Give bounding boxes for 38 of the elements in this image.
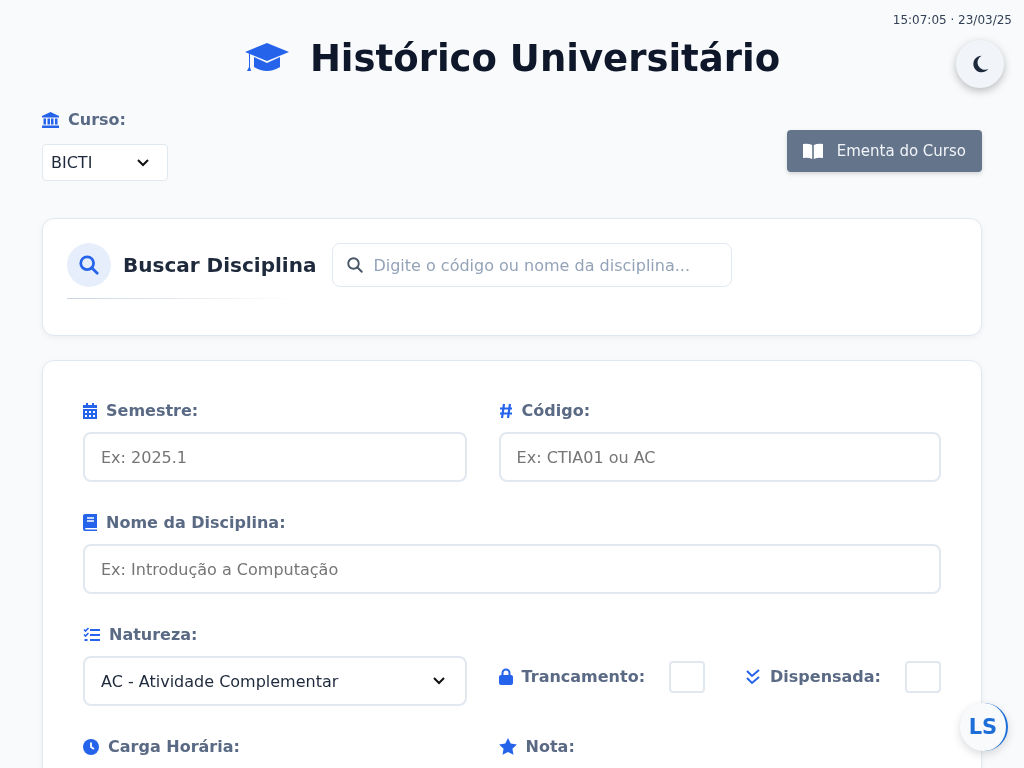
nature-label: Natureza: — [109, 625, 198, 644]
course-name-label: Nome da Disciplina: — [106, 513, 286, 532]
course-label: Curso: — [68, 110, 126, 129]
workload-label: Carga Horária: — [108, 737, 240, 756]
search-field[interactable]: Digite o código ou nome da disciplina... — [332, 243, 733, 287]
hash-icon — [498, 402, 513, 419]
checklist-icon — [83, 627, 100, 642]
waived-label: Dispensada: — [770, 667, 881, 686]
search-icon — [67, 243, 111, 287]
page-title: Histórico Universitário — [309, 36, 781, 80]
grade-label: Nota: — [525, 737, 575, 756]
waived-checkbox[interactable] — [905, 660, 941, 693]
code-label: Código: — [521, 401, 591, 420]
semester-label: Semestre: — [106, 401, 199, 420]
search-icon — [346, 256, 365, 274]
user-avatar[interactable]: LS — [960, 703, 1008, 751]
book-icon — [83, 514, 97, 531]
nature-select[interactable]: AC - Atividade Complementar — [83, 656, 467, 706]
course-name-field[interactable]: Ex: Introdução a Computação — [83, 544, 941, 594]
code-field[interactable]: Ex: CTIA01 ou AC — [498, 432, 941, 482]
double-check-icon — [745, 668, 762, 685]
calendar-icon — [83, 402, 97, 419]
search-title: Buscar Disciplina — [123, 253, 317, 277]
syllabus-button[interactable]: Ementa do Curso — [786, 130, 982, 172]
star-icon — [498, 738, 517, 755]
locked-checkbox[interactable] — [669, 660, 706, 693]
locked-label: Trancamento: — [521, 667, 646, 686]
timestamp: 15:07:05 · 23/03/25 — [892, 13, 1012, 27]
semester-field[interactable]: Ex: 2025.1 — [83, 432, 467, 482]
chevron-down-icon — [432, 677, 445, 685]
lock-icon — [498, 668, 513, 685]
open-book-icon — [802, 143, 823, 159]
moon-icon — [970, 54, 990, 74]
course-select[interactable]: BICTI — [42, 144, 168, 181]
bank-icon — [42, 111, 59, 128]
chevron-down-icon — [137, 158, 149, 167]
clock-icon — [83, 738, 99, 755]
dark-mode-toggle[interactable] — [956, 40, 1004, 88]
